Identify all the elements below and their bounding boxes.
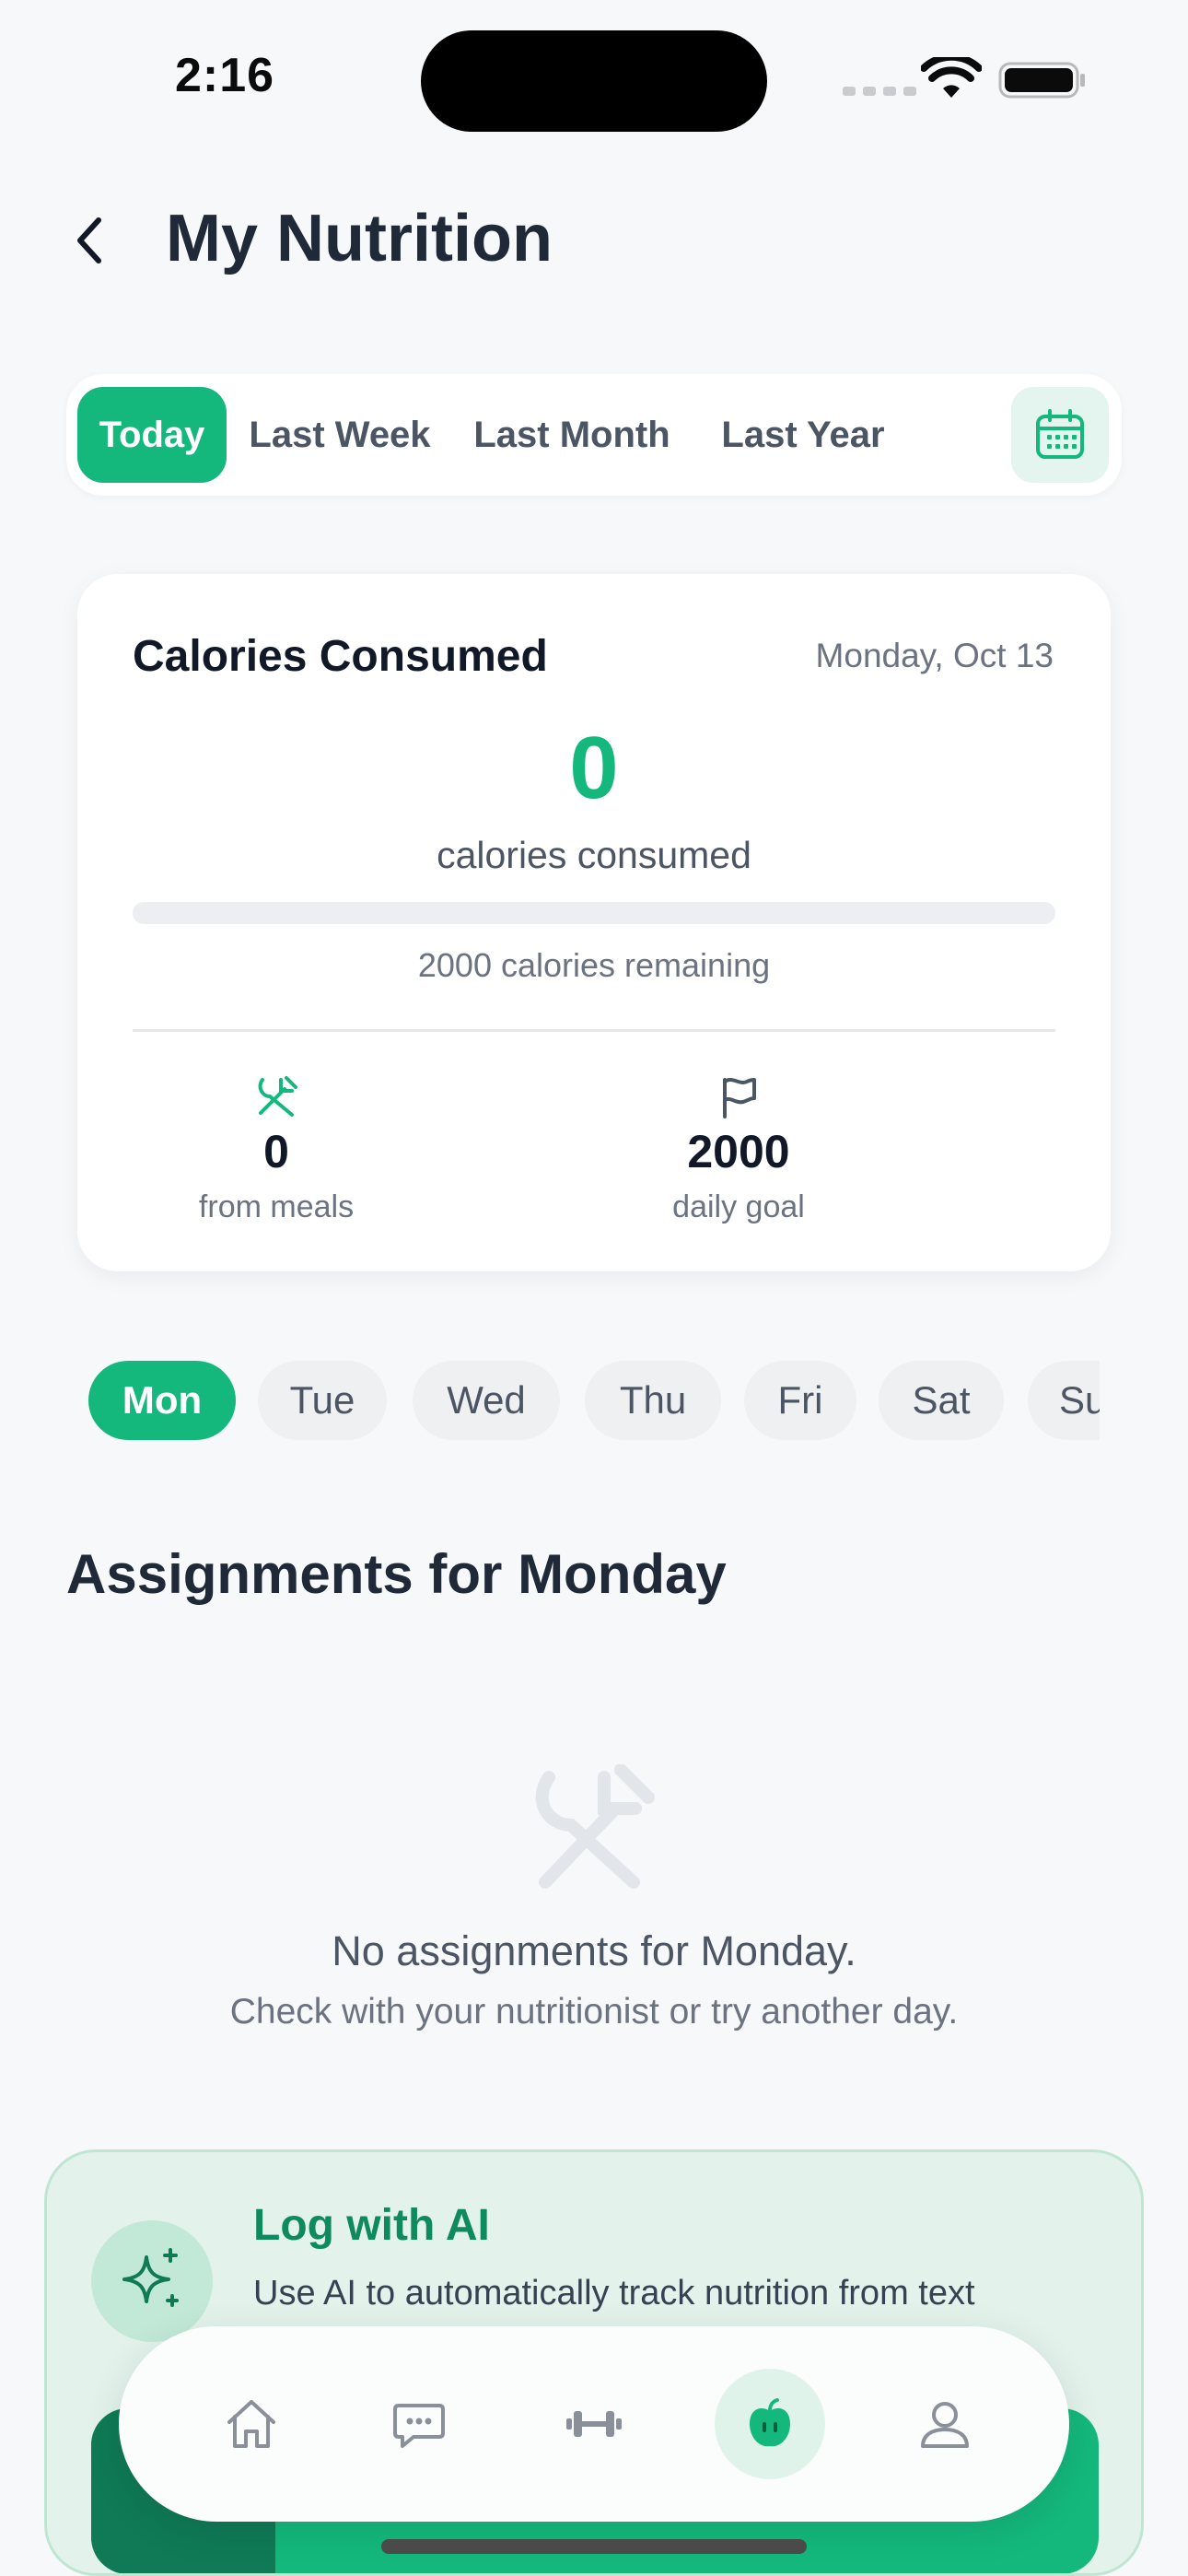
calories-card-date: Monday, Oct 13	[815, 637, 1054, 674]
nav-chat[interactable]	[364, 2369, 474, 2479]
sparkles-icon	[122, 2248, 179, 2307]
calendar-button[interactable]	[1011, 387, 1109, 483]
ai-card-description: Use AI to automatically track nutrition …	[253, 2274, 975, 2313]
status-time: 2:16	[175, 49, 275, 102]
day-sun[interactable]: Su	[1028, 1361, 1100, 1440]
battery-icon	[998, 62, 1085, 99]
utensils-icon	[535, 1764, 655, 1889]
home-icon	[227, 2400, 275, 2448]
calories-consumed-label: calories consumed	[437, 834, 751, 876]
home-indicator	[381, 2539, 807, 2554]
daily-goal-label: daily goal	[672, 1189, 805, 1224]
meals-calories-value: 0	[263, 1126, 289, 1177]
day-tue[interactable]: Tue	[258, 1361, 387, 1440]
day-thu[interactable]: Thu	[585, 1361, 721, 1440]
profile-icon	[921, 2402, 969, 2448]
day-wed[interactable]: Wed	[413, 1361, 560, 1440]
cellular-signal-icon	[843, 87, 916, 96]
chat-icon	[393, 2404, 445, 2448]
day-selector: Mon Tue Wed Thu Fri Sat Su	[88, 1361, 1100, 1440]
page-title: My Nutrition	[166, 202, 553, 275]
flag-icon	[723, 1078, 756, 1118]
day-sat[interactable]: Sat	[879, 1361, 1004, 1440]
tab-last-week[interactable]: Last Week	[238, 387, 442, 483]
nav-profile[interactable]	[890, 2369, 1000, 2479]
date-range-selector: Today Last Week Last Month Last Year	[66, 374, 1122, 496]
meals-stat: 0 from meals	[111, 1071, 442, 1225]
tab-last-month[interactable]: Last Month	[455, 387, 689, 483]
bottom-nav	[119, 2326, 1069, 2522]
meals-calories-label: from meals	[198, 1189, 355, 1224]
calories-card: Calories Consumed Monday, Oct 13 0 calor…	[77, 574, 1111, 1271]
nav-nutrition[interactable]	[715, 2369, 825, 2479]
chevron-left-icon	[77, 217, 101, 263]
daily-goal-value: 2000	[687, 1126, 790, 1177]
calories-progress-bar	[133, 902, 1055, 924]
wifi-icon	[921, 57, 982, 98]
dynamic-island	[421, 30, 767, 132]
empty-state-subtitle: Check with your nutritionist or try anot…	[229, 1992, 959, 2032]
nav-home[interactable]	[196, 2369, 307, 2479]
tab-today[interactable]: Today	[77, 387, 227, 483]
tab-last-year[interactable]: Last Year	[700, 387, 906, 483]
day-fri[interactable]: Fri	[744, 1361, 856, 1440]
goal-stat: 2000 daily goal	[573, 1071, 904, 1225]
calories-consumed-value: 0	[569, 719, 619, 817]
dumbbell-icon	[566, 2411, 622, 2437]
day-mon[interactable]: Mon	[88, 1361, 236, 1440]
back-button[interactable]	[61, 208, 116, 273]
ai-card-title: Log with AI	[253, 2201, 490, 2250]
apple-icon	[750, 2398, 790, 2447]
calories-card-title: Calories Consumed	[133, 632, 548, 681]
divider	[133, 1029, 1055, 1032]
ai-icon-badge	[91, 2220, 213, 2342]
nav-workouts[interactable]	[539, 2369, 649, 2479]
utensils-icon	[258, 1076, 297, 1117]
calendar-icon	[1036, 409, 1084, 459]
assignments-title: Assignments for Monday	[66, 1543, 727, 1605]
empty-state-title: No assignments for Monday.	[332, 1927, 856, 1974]
calories-remaining: 2000 calories remaining	[417, 946, 771, 984]
